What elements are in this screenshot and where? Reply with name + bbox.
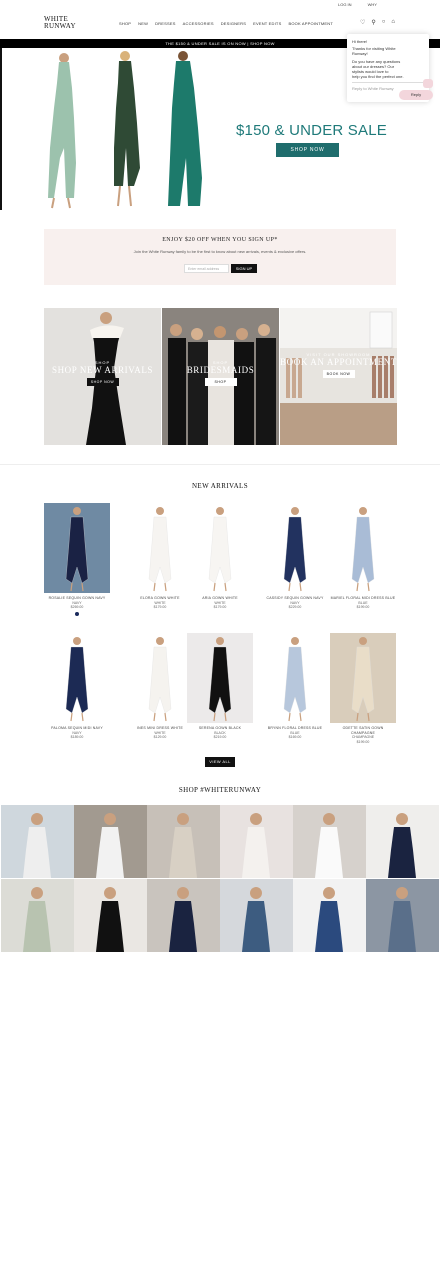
product-price: $129.00 <box>153 735 167 739</box>
product-card[interactable]: ROSALIE SEQUIN GOWN NAVY NAVY $269.00 <box>44 503 110 616</box>
color-swatch[interactable] <box>75 611 79 616</box>
product-card[interactable]: ELORA GOWN WHITE WHITE $179.00 <box>127 503 193 610</box>
product-name[interactable]: ROSALIE SEQUIN GOWN NAVY <box>44 596 110 601</box>
tile-appointment-button[interactable]: BOOK NOW <box>322 370 355 378</box>
product-price: $179.00 <box>153 605 167 609</box>
nav-item-event-edits[interactable]: EVENT EDITS <box>253 21 281 26</box>
nav-item-dresses[interactable]: DRESSES <box>155 21 176 26</box>
brand-logo[interactable]: WHITE RUNWAY <box>44 16 84 30</box>
product-price: $269.00 <box>70 605 84 609</box>
product-price: $199.00 <box>356 605 370 609</box>
product-name[interactable]: MARIEL FLORAL MIDI DRESS BLUE <box>330 596 396 601</box>
wishlist-icon[interactable]: ♡ <box>360 19 365 26</box>
product-image[interactable] <box>262 633 328 723</box>
tile-new-arrivals[interactable]: SHOP SHOP NEW ARRIVALS SHOP NOW <box>44 308 161 445</box>
product-name[interactable]: BRYNN FLORAL DRESS BLUE <box>262 726 328 731</box>
nav-item-new[interactable]: NEW <box>138 21 148 26</box>
product-image[interactable] <box>262 503 328 593</box>
product-image[interactable] <box>330 503 396 593</box>
instagram-post[interactable] <box>366 879 439 952</box>
product-name[interactable]: ODETTE SATIN GOWN CHAMPAGNE <box>330 726 396 735</box>
tile-bridesmaids-title: BRIDESMAIDS <box>186 365 255 375</box>
signup-form: Enter email address SIGN UP <box>184 264 257 273</box>
hero-edge <box>0 48 2 210</box>
tile-appointment[interactable]: VISIT OUR SHOWROOM BOOK AN APPOINTMENT B… <box>280 308 397 445</box>
product-price: $229.00 <box>288 605 302 609</box>
hero-sale-title: $150 & UNDER SALE <box>236 122 387 139</box>
signup-heading: ENJOY $20 OFF WHEN YOU SIGN UP* <box>162 237 278 243</box>
nav-item-book-appointment[interactable]: BOOK APPOINTMENT <box>288 21 333 26</box>
popup-divider <box>352 82 424 83</box>
instagram-post[interactable] <box>220 805 293 878</box>
product-image[interactable] <box>44 503 110 593</box>
cart-icon[interactable]: ⌂ <box>391 19 395 26</box>
logo-line-2: RUNWAY <box>44 22 76 30</box>
signup-button[interactable]: SIGN UP <box>231 264 257 273</box>
view-all-button[interactable]: VIEW ALL <box>205 757 235 767</box>
new-arrivals-title: NEW ARRIVALS <box>191 482 249 490</box>
tile-new-arrivals-button[interactable]: SHOP NOW <box>86 378 119 386</box>
instagram-post[interactable] <box>74 879 147 952</box>
chat-notification-icon[interactable] <box>423 79 433 88</box>
email-field[interactable]: Enter email address <box>184 264 229 273</box>
nav-item-shop[interactable]: SHOP <box>119 21 131 26</box>
tile-bridesmaids[interactable]: SHOP BRIDESMAIDS SHOP <box>162 308 279 445</box>
chat-reply-button[interactable]: Reply <box>399 90 433 100</box>
product-card[interactable]: ARIA GOWN WHITE WHITE $179.00 <box>187 503 253 610</box>
product-image[interactable] <box>330 633 396 723</box>
popup-greeting: Hi there! <box>352 39 368 44</box>
top-utility-links: LOG IN WHY <box>338 2 377 7</box>
section-divider <box>0 464 440 465</box>
hero-shop-now-button[interactable]: SHOP NOW <box>276 143 339 157</box>
hero-models-image <box>48 51 202 209</box>
tile-appointment-title: BOOK AN APPOINTMENT <box>280 357 397 367</box>
product-card[interactable]: BRYNN FLORAL DRESS BLUE BLUE $169.00 <box>262 633 328 740</box>
instagram-post[interactable] <box>293 879 366 952</box>
instagram-post[interactable] <box>293 805 366 878</box>
nav-item-accessories[interactable]: ACCESSORIES <box>183 21 214 26</box>
instagram-post[interactable] <box>220 879 293 952</box>
signup-subtext: Join the White Runway family to be the f… <box>133 249 307 254</box>
why-link[interactable]: WHY <box>368 2 377 7</box>
popup-line-2: Runway! <box>352 51 368 56</box>
nav-item-designers[interactable]: DESIGNERS <box>221 21 246 26</box>
instagram-post[interactable] <box>366 805 439 878</box>
tile-new-arrivals-title: SHOP NEW ARRIVALS <box>51 365 154 375</box>
product-image[interactable] <box>127 633 193 723</box>
instagram-post[interactable] <box>1 805 74 878</box>
instagram-post[interactable] <box>147 805 220 878</box>
instagram-post[interactable] <box>147 879 220 952</box>
tile-bridesmaids-button[interactable]: SHOP <box>204 378 237 386</box>
product-price: $219.00 <box>213 735 227 739</box>
product-name[interactable]: PALOMA SEQUIN MIDI NAVY <box>44 726 110 731</box>
header-icons: ♡ ⚲ ○ ⌂ <box>360 19 395 26</box>
instagram-post[interactable] <box>74 805 147 878</box>
product-card[interactable]: INES MINI DRESS WHITE WHITE $129.00 <box>127 633 193 740</box>
product-image[interactable] <box>187 503 253 593</box>
product-card[interactable]: MARIEL FLORAL MIDI DRESS BLUE BLUE $199.00 <box>330 503 396 610</box>
product-image[interactable] <box>44 633 110 723</box>
product-price: $199.00 <box>356 739 370 744</box>
login-link[interactable]: LOG IN <box>338 2 352 7</box>
main-nav: SHOP NEW DRESSES ACCESSORIES DESIGNERS E… <box>119 21 333 26</box>
search-icon[interactable]: ○ <box>382 19 386 26</box>
product-card[interactable]: SERENA GOWN BLACK BLACK $219.00 <box>187 633 253 740</box>
instagram-title: SHOP #WHITERUNWAY <box>178 786 262 794</box>
signup-banner: ENJOY $20 OFF WHEN YOU SIGN UP* Join the… <box>44 229 396 285</box>
product-card[interactable]: ODETTE SATIN GOWN CHAMPAGNE CHAMPAGNE $199… <box>330 633 396 744</box>
product-price: $179.00 <box>213 605 227 609</box>
product-price: $169.00 <box>288 735 302 739</box>
product-image[interactable] <box>187 633 253 723</box>
product-image[interactable] <box>127 503 193 593</box>
product-price: $189.00 <box>70 735 84 739</box>
instagram-post[interactable] <box>1 879 74 952</box>
product-name[interactable]: CASSIDY SEQUIN GOWN NAVY <box>262 596 328 601</box>
popup-line-6: help you find the perfect one. <box>352 74 404 79</box>
product-card[interactable]: PALOMA SEQUIN MIDI NAVY NAVY $189.00 <box>44 633 110 740</box>
product-card[interactable]: CASSIDY SEQUIN GOWN NAVY NAVY $229.00 <box>262 503 328 610</box>
account-icon[interactable]: ⚲ <box>371 19 375 26</box>
